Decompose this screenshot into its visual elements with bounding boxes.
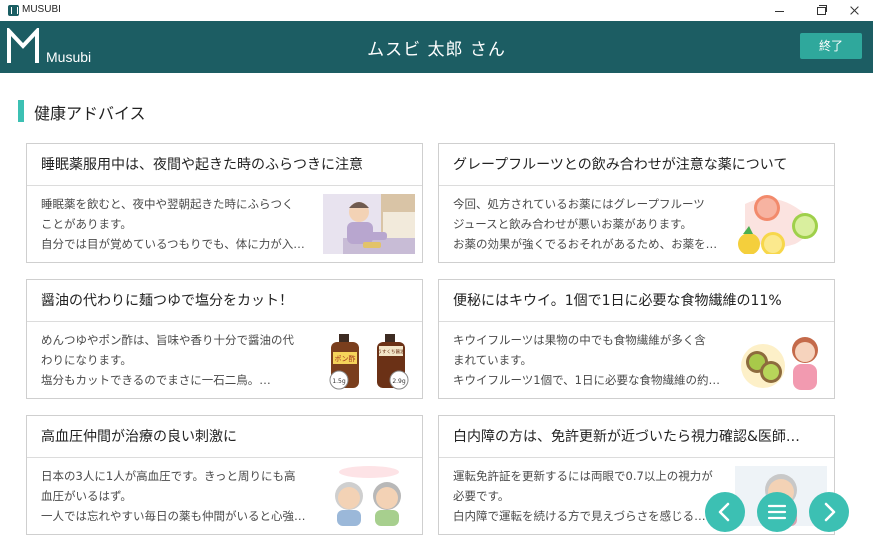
salt-amount-2: 2.9g (392, 378, 406, 385)
menu-button[interactable] (757, 492, 797, 532)
card-text-line: 塩分もカットできるのでまさに一石二鳥。… (41, 373, 271, 387)
next-page-button[interactable] (809, 492, 849, 532)
card-text-line: めんつゆやポン酢は、旨味や香り十分で醤油の代 (41, 333, 294, 347)
card-summary: キウイフルーツは果物の中でも食物繊維が多く含 まれています。 キウイフルーツ1個… (453, 330, 737, 390)
card-title: グレープフルーツとの飲み合わせが注意な薬について (439, 144, 834, 186)
advice-card-mentsuyu[interactable]: 醤油の代わりに麺つゆで塩分をカット！ めんつゆやポン酢は、旨味や香り十分で醤油の… (26, 279, 423, 399)
card-title: 高血圧仲間が治療の良い刺激に (27, 416, 422, 458)
elderly-friends-illustration (323, 466, 415, 526)
section-title: 健康アドバイス (34, 104, 146, 123)
user-name: ムスビ 太郎 さん (367, 40, 506, 60)
card-title: 睡眠薬服用中は、夜間や起きた時のふらつきに注意 (27, 144, 422, 186)
section-accent-bar (18, 100, 24, 122)
card-title: 醤油の代わりに麺つゆで塩分をカット！ (27, 280, 422, 322)
chevron-right-icon (824, 502, 836, 522)
card-summary: 日本の3人に1人が高血圧です。きっと周りにも高 血圧がいるはず。 一人では忘れや… (41, 466, 325, 526)
app-header: Musubi ムスビ 太郎 さん 終了 (0, 21, 873, 73)
soy-label: うすくち醤油 (378, 348, 405, 355)
advice-card-sleeping-pill[interactable]: 睡眠薬服用中は、夜間や起きた時のふらつきに注意 睡眠薬を飲むと、夜中や翌朝起きた… (26, 143, 423, 263)
window-title: MUSUBI (22, 4, 61, 15)
card-text-line: 自分では目が覚めているつもりでも、体に力が入… (41, 237, 305, 251)
card-text-line: ことがあります。 (41, 217, 132, 231)
card-text-line: わりになります。 (41, 353, 132, 367)
card-text-line: 白内障で運転を続ける方で見えづらさを感じる… (453, 509, 706, 523)
card-text-line: キウイフルーツ1個で、1日に必要な食物繊維の約… (453, 373, 720, 387)
card-text-line: 睡眠薬を飲むと、夜中や翌朝起きた時にふらつく (41, 197, 294, 211)
card-title: 白内障の方は、免許更新が近づいたら視力確認&医師… (439, 416, 834, 458)
card-text-line: キウイフルーツは果物の中でも食物繊維が多く含 (453, 333, 706, 347)
previous-page-button[interactable] (705, 492, 745, 532)
citrus-fruits-illustration (735, 194, 827, 254)
card-title: 便秘にはキウイ。1個で1日に必要な食物繊維の11% (439, 280, 834, 322)
card-text-line: 運転免許証を更新するには両眼で0.7以上の視力が (453, 469, 713, 483)
window-title-bar: MUSUBI (0, 0, 873, 22)
card-summary: 睡眠薬を飲むと、夜中や翌朝起きた時にふらつく ことがあります。 自分では目が覚め… (41, 194, 325, 254)
card-text-line: 一人では忘れやすい毎日の薬も仲間がいると心強… (41, 509, 306, 523)
card-summary: 今回、処方されているお薬にはグレープフルーツ ジュースと飲み合わせが悪いお薬があ… (453, 194, 737, 254)
card-text-line: まれています。 (453, 353, 533, 367)
kiwi-woman-illustration (735, 330, 827, 390)
card-text-line: 日本の3人に1人が高血圧です。きっと周りにも高 (41, 469, 296, 483)
sleepy-person-illustration (323, 194, 415, 254)
close-window-button[interactable] (838, 0, 872, 21)
advice-card-hypertension[interactable]: 高血圧仲間が治療の良い刺激に 日本の3人に1人が高血圧です。きっと周りにも高 血… (26, 415, 423, 535)
minimize-button[interactable] (762, 0, 796, 21)
advice-card-kiwi[interactable]: 便秘にはキウイ。1個で1日に必要な食物繊維の11% キウイフルーツは果物の中でも… (438, 279, 835, 399)
card-text-line: 必要です。 (453, 489, 510, 503)
ponzu-label: ポン酢 (335, 354, 356, 363)
card-text-line: ジュースと飲み合わせが悪いお薬があります。 (453, 217, 692, 231)
card-summary: めんつゆやポン酢は、旨味や香り十分で醤油の代 わりになります。 塩分もカットでき… (41, 330, 325, 390)
card-text-line: お薬の効果が強くでるおそれがあるため、お薬を… (453, 237, 718, 251)
card-text-line: 今回、処方されているお薬にはグレープフルーツ (453, 197, 705, 211)
end-button[interactable]: 終了 (800, 33, 862, 59)
chevron-left-icon (718, 502, 730, 522)
menu-icon (767, 504, 787, 520)
seasoning-bottles-illustration: ポン酢 うすくち醤油 1.5g 2.9g (323, 330, 415, 390)
card-text-line: 血圧がいるはず。 (41, 489, 132, 503)
restore-button[interactable] (803, 0, 837, 21)
card-summary: 運転免許証を更新するには両眼で0.7以上の視力が 必要です。 白内障で運転を続け… (453, 466, 737, 526)
advice-card-grapefruit[interactable]: グレープフルーツとの飲み合わせが注意な薬について 今回、処方されているお薬にはグ… (438, 143, 835, 263)
app-icon (8, 5, 19, 16)
salt-amount-1: 1.5g (332, 378, 346, 385)
